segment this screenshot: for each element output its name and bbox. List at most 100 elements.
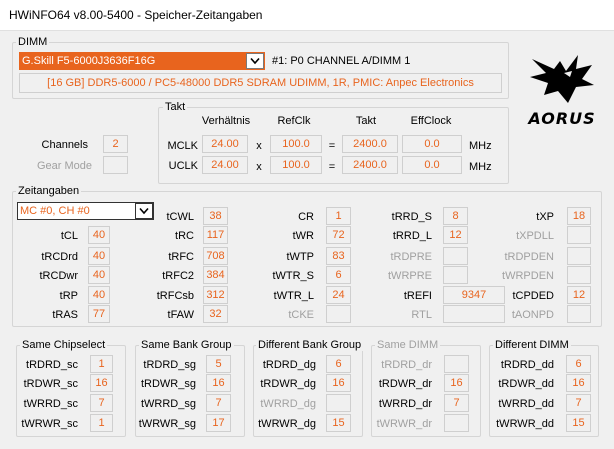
timing-label: tXPDLL: [516, 230, 554, 242]
timing-value: [567, 226, 591, 244]
same-bank-group-label: Same Bank Group: [139, 339, 234, 351]
dimm-group-label: DIMM: [16, 36, 50, 48]
timing-label: tRFCsb: [156, 290, 194, 302]
timing-value: 384: [203, 266, 228, 284]
timing-value: 38: [203, 207, 228, 225]
timing-value: 1: [326, 207, 351, 225]
uclk-label: UCLK: [168, 160, 198, 172]
timing-label: tWRPDEN: [502, 270, 554, 282]
timing-label: tRRD_L: [392, 230, 432, 242]
mclk-takt: 2400.0: [342, 135, 398, 153]
timing-label: tRRD_S: [391, 211, 432, 223]
timing-value: [444, 355, 469, 373]
timing-value: [567, 305, 591, 323]
chevron-down-icon[interactable]: [246, 53, 264, 69]
takt-header: Takt: [355, 115, 377, 127]
timing-label: tCWL: [166, 211, 195, 223]
timing-value: 17: [206, 414, 231, 432]
timing-label: tRDRD_dg: [262, 359, 316, 371]
timing-label: tWTR_S: [272, 270, 314, 282]
same-dimm-label: Same DIMM: [375, 339, 441, 351]
timing-label: tWR: [292, 230, 314, 242]
timing-label: tWRRD_dd: [498, 398, 554, 410]
uclk-unit: MHz: [469, 161, 492, 173]
timing-value: 7: [206, 394, 231, 412]
timing-label: tRDWR_dd: [498, 378, 554, 390]
timing-value: 1: [90, 414, 113, 432]
timing-value: 7: [90, 394, 113, 412]
dimm-module-value: G.Skill F5-6000J3636F16G: [22, 55, 156, 67]
timing-label: tXP: [536, 211, 554, 223]
timing-value: 40: [88, 286, 110, 304]
timing-label: tRCDrd: [41, 251, 78, 263]
timing-value: 12: [567, 286, 591, 304]
timing-label: tRDWR_sc: [23, 378, 78, 390]
aorus-eagle-icon: [530, 55, 594, 103]
timing-value: 16: [326, 374, 351, 392]
timing-label: tRDRD_sc: [26, 359, 78, 371]
timing-value: 16: [444, 374, 469, 392]
timing-label: tCL: [60, 230, 78, 242]
timing-value: [443, 247, 468, 265]
timing-label: RTL: [411, 309, 432, 321]
gear-mode-label: Gear Mode: [36, 160, 92, 172]
dimm-module-dropdown[interactable]: G.Skill F5-6000J3636F16G: [19, 52, 265, 70]
timing-label: tWRWR_dd: [496, 418, 554, 430]
timings-group-label: Zeitangaben: [16, 185, 82, 197]
timing-value: 12: [443, 226, 468, 244]
timing-value: 24: [326, 286, 351, 304]
timing-label: tRDPDEN: [504, 251, 554, 263]
dimm-slot-label: #1: P0 CHANNEL A/DIMM 1: [272, 55, 411, 67]
timing-value: 40: [88, 247, 110, 265]
mclk-label: MCLK: [167, 140, 198, 152]
timing-label: tWRRD_dr: [378, 398, 432, 410]
timing-label: tREFI: [403, 290, 432, 302]
timing-value: 16: [206, 374, 231, 392]
mclk-equals: =: [328, 140, 336, 152]
window-title: HWiNFO64 v8.00-5400 - Speicher-Zeitangab…: [9, 8, 263, 22]
timing-value: 40: [88, 226, 110, 244]
uclk-takt: 2400.0: [342, 156, 398, 174]
timing-value: 77: [88, 305, 110, 323]
timing-value: 6: [566, 355, 591, 373]
timing-label: tRDWR_dg: [260, 378, 316, 390]
timing-label: tRP: [59, 290, 78, 302]
timing-label: tWRRD_sc: [23, 398, 78, 410]
timing-label: tRAS: [52, 309, 78, 321]
timing-value: [444, 414, 469, 432]
timing-label: tWRPRE: [388, 270, 432, 282]
timing-value: 16: [566, 374, 591, 392]
timing-label: tRFC2: [162, 270, 194, 282]
uclk-multiply: x: [256, 161, 262, 173]
title-bar: HWiNFO64 v8.00-5400 - Speicher-Zeitangab…: [0, 0, 614, 30]
timing-value: 16: [90, 374, 113, 392]
timing-label: tRFC: [168, 251, 194, 263]
timing-value: 83: [326, 247, 351, 265]
effclock-header: EffClock: [410, 115, 452, 127]
timing-label: tRDRD_dr: [381, 359, 432, 371]
gear-mode-value: [103, 156, 128, 174]
timing-value: 7: [566, 394, 591, 412]
timing-label: tRC: [175, 230, 194, 242]
timing-value: 117: [203, 226, 228, 244]
same-chipselect-label: Same Chipselect: [20, 339, 108, 351]
timing-label: tWTP: [286, 251, 315, 263]
uclk-equals: =: [328, 161, 336, 173]
timing-label: tRDWR_sg: [140, 378, 196, 390]
timing-label: tWRWR_sg: [138, 418, 196, 430]
timing-value: 32: [203, 305, 228, 323]
memory-controller-dropdown[interactable]: MC #0, CH #0: [17, 202, 154, 220]
timing-value: 18: [567, 207, 591, 225]
refclk-header: RefClk: [277, 115, 311, 127]
timing-label: tCPDED: [512, 290, 554, 302]
timing-label: tRDRD_dd: [500, 359, 554, 371]
timing-value: [567, 247, 591, 265]
timing-value: 8: [443, 207, 468, 225]
mclk-refclk: 100.0: [270, 135, 322, 153]
timing-label: tWTR_L: [273, 290, 314, 302]
timing-label: tWRWR_dg: [258, 418, 316, 430]
timing-value: [443, 266, 468, 284]
timing-value: 72: [326, 226, 351, 244]
timing-value: 5: [206, 355, 231, 373]
different-bank-group-label: Different Bank Group: [256, 339, 364, 351]
